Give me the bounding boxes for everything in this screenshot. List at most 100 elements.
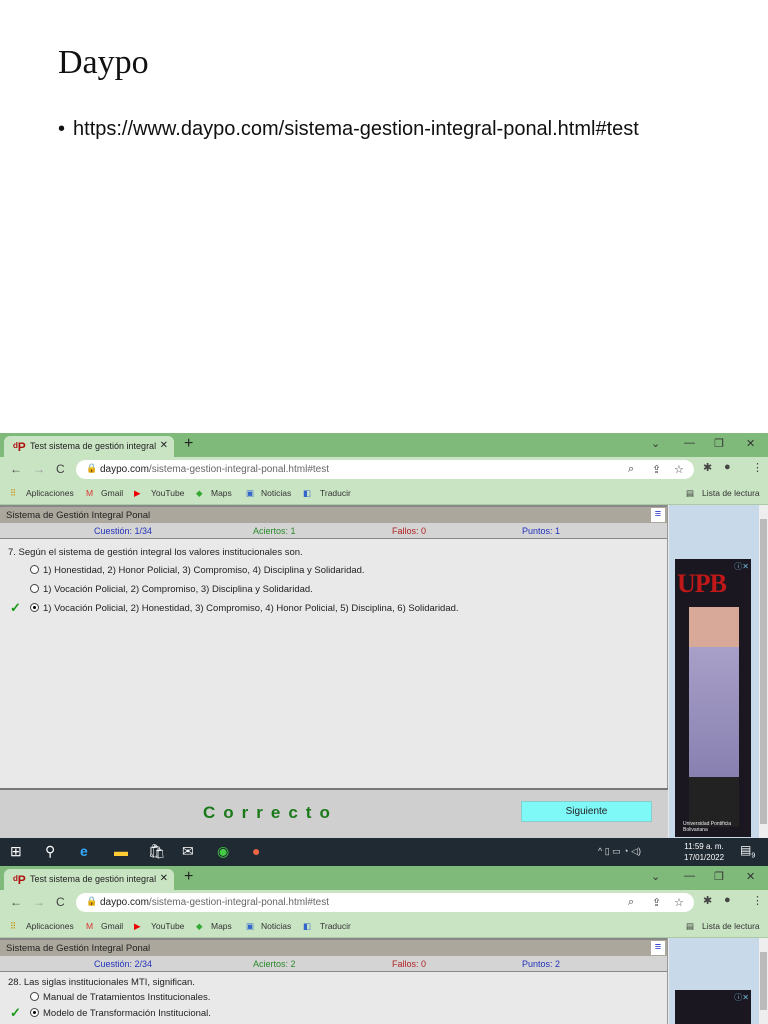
- new-tab-button[interactable]: +: [184, 868, 193, 886]
- scrollbar[interactable]: [759, 505, 768, 838]
- file-explorer-icon[interactable]: ▬: [114, 843, 128, 859]
- avatar[interactable]: ●: [724, 894, 731, 906]
- address-bar[interactable]: 🔒 daypo.com/sistema-gestion-integral-pona…: [76, 893, 694, 912]
- extensions-icon[interactable]: ✱: [703, 894, 712, 907]
- forward-icon[interactable]: →: [33, 895, 45, 909]
- tab-search-icon[interactable]: ⌄: [651, 437, 660, 450]
- extensions-icon[interactable]: ✱: [703, 461, 712, 474]
- daypo-favicon: ᵈP: [13, 440, 26, 454]
- address-bar[interactable]: 🔒 daypo.com/sistema-gestion-integral-pona…: [76, 460, 694, 479]
- store-icon[interactable]: 🛍: [148, 843, 166, 860]
- mail-icon[interactable]: ✉: [182, 843, 194, 860]
- option-label: Manual de Tratamientos Institucionales.: [43, 992, 211, 1003]
- radio-button-selected[interactable]: [30, 1008, 39, 1017]
- menu-dots-icon[interactable]: ⋮: [752, 461, 763, 474]
- bookmark-traducir[interactable]: Traducir: [320, 488, 351, 498]
- zoom-icon[interactable]: ⌕: [628, 896, 634, 909]
- menu-dots-icon[interactable]: ⋮: [752, 894, 763, 907]
- forward-icon[interactable]: →: [33, 462, 45, 476]
- slide-bullet: • https://www.daypo.com/sistema-gestion-i…: [58, 118, 639, 140]
- notifications-icon[interactable]: ▤9: [740, 843, 755, 859]
- scrollbar[interactable]: [759, 938, 768, 1024]
- points-counter: Puntos: 1: [522, 526, 561, 536]
- system-tray-icons[interactable]: ^ ▯ ▭ ◔ ◁): [598, 846, 641, 857]
- clock[interactable]: 11:59 a. m. 17/01/2022: [684, 841, 724, 863]
- reading-list-icon: ▤: [686, 488, 695, 498]
- checkmark-icon: ✓: [10, 600, 21, 615]
- next-button[interactable]: Siguiente: [521, 801, 652, 822]
- reading-list[interactable]: Lista de lectura: [702, 488, 760, 498]
- url-text: https://www.daypo.com/sistema-gestion-in…: [73, 118, 639, 140]
- answer-option[interactable]: 1) Vocación Policial, 2) Compromiso, 3) …: [30, 584, 313, 595]
- news-icon: ▣: [246, 921, 255, 931]
- close-tab-icon[interactable]: ✕: [160, 873, 168, 884]
- url-path: /sistema-gestion-integral-ponal.html#tes…: [148, 464, 330, 475]
- edge-icon[interactable]: e: [80, 843, 88, 859]
- radio-button[interactable]: [30, 565, 39, 574]
- star-icon[interactable]: ☆: [674, 896, 684, 909]
- bookmark-aplicaciones[interactable]: Aplicaciones: [26, 488, 74, 498]
- radio-button-selected[interactable]: [30, 603, 39, 612]
- back-icon[interactable]: ←: [10, 895, 22, 909]
- bookmark-youtube[interactable]: YouTube: [151, 488, 184, 498]
- zoom-icon[interactable]: ⌕: [628, 463, 634, 476]
- avatar[interactable]: ●: [724, 461, 731, 473]
- reload-icon[interactable]: C: [56, 462, 65, 476]
- close-tab-icon[interactable]: ✕: [160, 440, 168, 451]
- powerpoint-icon[interactable]: ●: [252, 843, 260, 859]
- bookmark-traducir[interactable]: Traducir: [320, 921, 351, 931]
- reload-icon[interactable]: C: [56, 895, 65, 909]
- ad-close-icon[interactable]: ⓘ✕: [734, 992, 749, 1003]
- tab-title: Test sistema de gestión integral: [30, 874, 157, 884]
- star-icon[interactable]: ☆: [674, 463, 684, 476]
- reading-list[interactable]: Lista de lectura: [702, 921, 760, 931]
- bookmark-gmail[interactable]: Gmail: [101, 488, 123, 498]
- share-icon[interactable]: ⇪: [652, 896, 661, 909]
- answer-option[interactable]: Manual de Tratamientos Institucionales.: [30, 992, 210, 1003]
- browser-window-2: ᵈP Test sistema de gestión integral ✕ + ⌄ …: [0, 866, 768, 1024]
- bookmark-youtube[interactable]: YouTube: [151, 921, 184, 931]
- maximize-button[interactable]: ❐: [714, 870, 724, 883]
- ad-sidebar: ⓘ✕ UPB Universidad Pontificia Bolivarian…: [669, 505, 768, 838]
- bookmark-maps[interactable]: Maps: [211, 921, 232, 931]
- close-window-button[interactable]: ✕: [746, 437, 755, 450]
- radio-button[interactable]: [30, 992, 39, 1001]
- tab-search-icon[interactable]: ⌄: [651, 870, 660, 883]
- bookmark-maps[interactable]: Maps: [211, 488, 232, 498]
- ad-brand: UPB: [677, 569, 727, 598]
- result-text: Correcto: [203, 803, 338, 822]
- minimize-button[interactable]: —: [684, 870, 695, 882]
- answer-option-selected[interactable]: 1) Vocación Policial, 2) Honestidad, 3) …: [30, 603, 459, 614]
- hits-counter: Aciertos: 1: [253, 526, 296, 536]
- ad-banner[interactable]: ⓘ✕ UPB Universidad Pontificia Bolivarian…: [675, 559, 751, 837]
- bookmark-gmail[interactable]: Gmail: [101, 921, 123, 931]
- gmail-icon: M: [86, 488, 94, 498]
- bookmark-noticias[interactable]: Noticias: [261, 921, 291, 931]
- close-window-button[interactable]: ✕: [746, 870, 755, 883]
- quiz-title: Sistema de Gestión Integral Ponal: [6, 510, 151, 521]
- ad-close-icon[interactable]: ⓘ✕: [734, 561, 749, 572]
- browser-tab[interactable]: ᵈP Test sistema de gestión integral ✕: [4, 436, 174, 457]
- browser-tab[interactable]: ᵈP Test sistema de gestión integral ✕: [4, 869, 174, 890]
- radio-button[interactable]: [30, 584, 39, 593]
- answer-option[interactable]: 1) Honestidad, 2) Honor Policial, 3) Com…: [30, 565, 365, 576]
- quiz-title: Sistema de Gestión Integral Ponal: [6, 943, 151, 954]
- ad-banner[interactable]: ⓘ✕: [675, 990, 751, 1024]
- chrome-icon[interactable]: ◉: [217, 843, 229, 860]
- bookmark-noticias[interactable]: Noticias: [261, 488, 291, 498]
- share-icon[interactable]: ⇪: [652, 463, 661, 476]
- search-icon[interactable]: ⚲: [45, 843, 55, 860]
- slide-title: Daypo: [58, 44, 149, 81]
- checkmark-icon: ✓: [10, 1005, 21, 1020]
- hamburger-menu-icon[interactable]: ≡: [651, 508, 665, 522]
- bookmark-aplicaciones[interactable]: Aplicaciones: [26, 921, 74, 931]
- youtube-icon: ▶: [134, 921, 141, 931]
- url-domain: daypo.com: [100, 464, 149, 475]
- minimize-button[interactable]: —: [684, 437, 695, 449]
- answer-option-selected[interactable]: Modelo de Transformación Institucional.: [30, 1008, 211, 1019]
- back-icon[interactable]: ←: [10, 462, 22, 476]
- new-tab-button[interactable]: +: [184, 435, 193, 453]
- maximize-button[interactable]: ❐: [714, 437, 724, 450]
- hamburger-menu-icon[interactable]: ≡: [651, 941, 665, 955]
- windows-start-icon[interactable]: ⊞: [10, 843, 22, 860]
